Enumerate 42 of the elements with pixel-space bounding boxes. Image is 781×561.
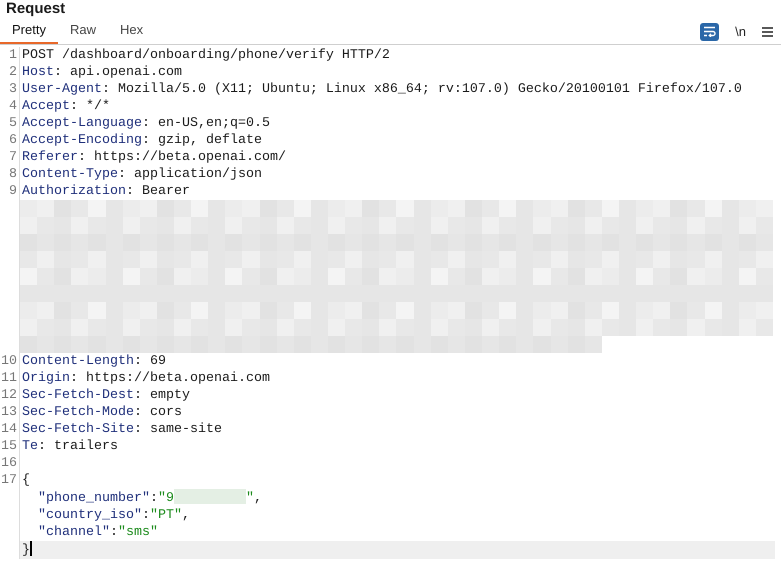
- line-number: 13: [1, 405, 17, 420]
- code-line: Origin: https://beta.openai.com: [21, 370, 271, 387]
- code-line: POST /dashboard/onboarding/phone/verify HTTP/2: [21, 47, 391, 64]
- code-line: Sec-Fetch-Site: same-site: [21, 421, 223, 438]
- tab[interactable]: Hex: [108, 18, 156, 44]
- code-line: {: [21, 472, 31, 489]
- code-line: "phone_number":"9 ",: [37, 489, 263, 507]
- panel-title: Request: [5, 0, 66, 18]
- code-line: Content-Type: application/json: [21, 166, 263, 183]
- line-number: 7: [9, 150, 17, 165]
- code-line: Host: api.openai.com: [21, 64, 183, 81]
- line-number: 14: [1, 422, 17, 437]
- wrap-toggle[interactable]: [700, 22, 720, 40]
- code-line: Authorization: Bearer: [21, 183, 191, 200]
- code-line: Accept-Encoding: gzip, deflate: [21, 132, 263, 149]
- line-number: 16: [1, 456, 17, 471]
- code-line: Accept-Language: en-US,en;q=0.5: [21, 115, 271, 132]
- code-line: Te: trailers: [21, 438, 119, 455]
- line-number: 12: [1, 388, 17, 403]
- line-number: 5: [9, 116, 17, 131]
- code-line: Content-Length: 69: [21, 353, 167, 370]
- code-line: Accept: */*: [21, 98, 111, 115]
- line-number: 17: [1, 473, 17, 488]
- line-number: 9: [9, 184, 17, 199]
- line-number: 1: [9, 48, 17, 63]
- code-line: "channel":"sms": [37, 524, 159, 541]
- line-number: 8: [9, 167, 17, 182]
- code-line: Sec-Fetch-Dest: empty: [21, 387, 191, 404]
- line-number: 2: [9, 65, 17, 80]
- tab[interactable]: Raw: [58, 18, 108, 44]
- line-number: 4: [9, 99, 17, 114]
- line-number: 15: [1, 439, 17, 454]
- line-number: 10: [1, 354, 17, 369]
- code-line: Sec-Fetch-Mode: cors: [21, 404, 183, 421]
- line-number: 3: [9, 82, 17, 97]
- tab[interactable]: Pretty: [0, 18, 58, 44]
- line-number: 11: [1, 371, 17, 386]
- newline-toggle[interactable]: \n: [735, 22, 746, 42]
- line-number: 6: [9, 133, 17, 148]
- code-line: "country_iso":"PT",: [37, 507, 191, 524]
- code-line: Referer: https://beta.openai.com/: [21, 149, 287, 166]
- code-line: User-Agent: Mozilla/5.0 (X11; Ubuntu; Linux x86_64; rv:107.0) Gecko/20100101 Firefox/107.0: [21, 81, 743, 98]
